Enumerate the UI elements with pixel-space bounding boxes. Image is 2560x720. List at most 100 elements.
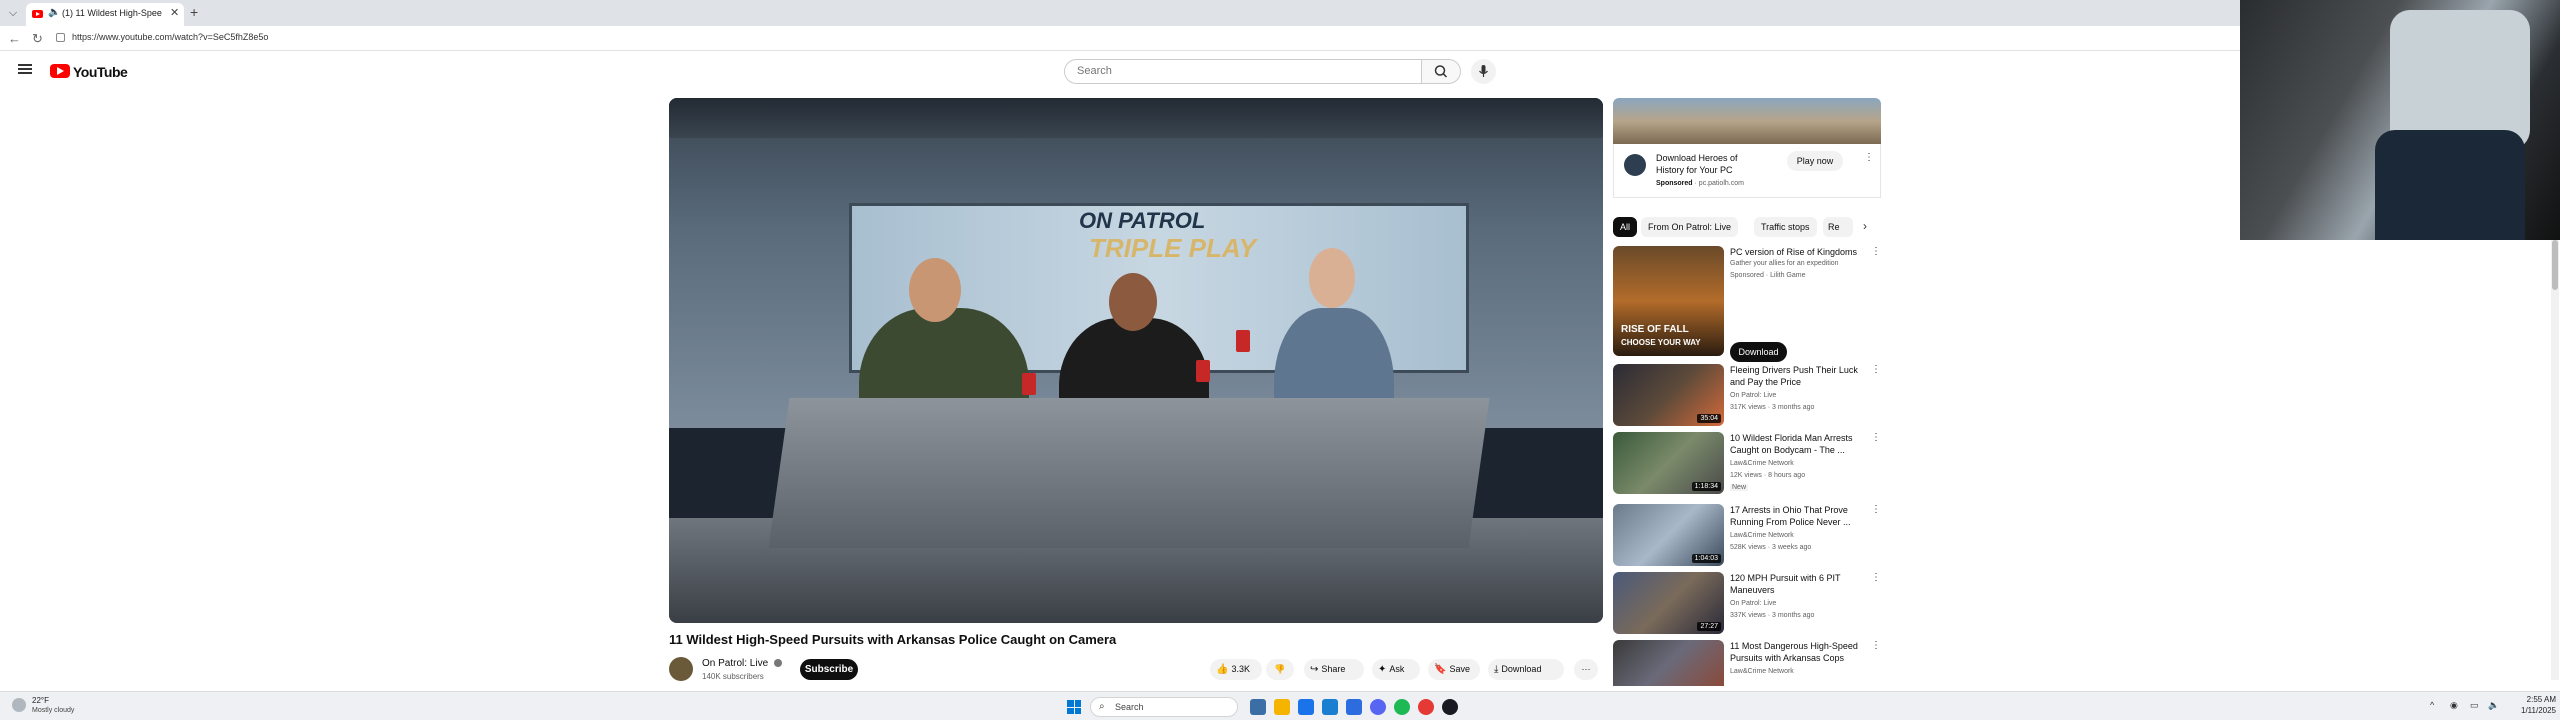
weather-cloud-icon[interactable] xyxy=(12,698,26,712)
speaker-icon[interactable]: 🔈 xyxy=(48,7,60,18)
ad-banner-image[interactable] xyxy=(1613,98,1881,144)
more-vertical-icon[interactable]: ⋮ xyxy=(1871,505,1881,515)
video-title[interactable]: PC version of Rise of Kingdoms xyxy=(1730,246,1865,258)
chrome-icon[interactable] xyxy=(1418,699,1434,715)
list-item[interactable]: 1:18:34 10 Wildest Florida Man Arrests C… xyxy=(1613,432,1883,498)
subscribe-button[interactable]: Subscribe xyxy=(800,659,858,680)
ask-button[interactable]: ✦ Ask xyxy=(1372,659,1420,680)
back-arrow-icon[interactable]: ← xyxy=(8,31,21,46)
chip-related[interactable]: Re xyxy=(1823,217,1853,237)
chevron-right-icon[interactable]: › xyxy=(1863,219,1867,233)
video-title[interactable]: Fleeing Drivers Push Their Luck and Pay … xyxy=(1730,364,1865,388)
dislike-button[interactable]: 👎 xyxy=(1266,659,1294,680)
video-player[interactable]: ON PATROL TRIPLE PLAY xyxy=(669,98,1603,623)
video-meta: 317K views · 3 months ago xyxy=(1730,404,1815,411)
ad-sponsored: Sponsored xyxy=(1656,180,1693,187)
more-vertical-icon[interactable]: ⋮ xyxy=(1864,153,1874,163)
studio-logo-line1: ON PATROL xyxy=(1079,208,1206,233)
list-item[interactable]: 27:27 120 MPH Pursuit with 6 PIT Maneuve… xyxy=(1613,572,1883,636)
chip-from-channel[interactable]: From On Patrol: Live xyxy=(1641,217,1739,237)
clock-date[interactable]: 1/11/2025 xyxy=(2510,706,2556,715)
microphone-icon xyxy=(1479,65,1488,77)
tab-list-chevron-icon[interactable]: ⌵ xyxy=(4,4,22,22)
task-view-icon[interactable] xyxy=(1250,699,1266,715)
reload-icon[interactable]: ↻ xyxy=(32,31,43,47)
search-button[interactable] xyxy=(1421,59,1461,84)
weather-temperature[interactable]: 22°F xyxy=(32,696,49,705)
ad-play-button[interactable]: Play now xyxy=(1787,151,1843,171)
windows-start-icon[interactable] xyxy=(1067,700,1081,714)
studio-desk xyxy=(768,398,1490,548)
chip-traffic-stops[interactable]: Traffic stops xyxy=(1754,217,1817,237)
menu-icon[interactable] xyxy=(18,64,32,74)
mail-icon[interactable] xyxy=(1346,699,1362,715)
spotify-icon[interactable] xyxy=(1394,699,1410,715)
like-button[interactable]: 👍 3.3K xyxy=(1210,659,1262,680)
volume-icon[interactable]: 🔈 xyxy=(2488,700,2499,711)
more-actions-button[interactable]: ··· xyxy=(1574,659,1598,680)
save-button[interactable]: 🔖 Save xyxy=(1428,659,1480,680)
channel-name[interactable]: On Patrol: Live xyxy=(702,658,768,669)
ad-card[interactable]: Download Heroes of History for Your PC S… xyxy=(1613,144,1881,198)
list-item[interactable]: 35:04 Fleeing Drivers Push Their Luck an… xyxy=(1613,364,1883,428)
taskbar-search[interactable]: ⌕ Search xyxy=(1090,697,1238,717)
video-title[interactable]: 120 MPH Pursuit with 6 PIT Maneuvers xyxy=(1730,572,1865,596)
more-vertical-icon[interactable]: ⋮ xyxy=(1871,641,1881,651)
video-title[interactable]: 17 Arrests in Ohio That Prove Running Fr… xyxy=(1730,504,1865,528)
search-input[interactable] xyxy=(1077,65,1407,77)
download-button[interactable]: ⤓ Download xyxy=(1488,659,1564,680)
studio-logo-line2: TRIPLE PLAY xyxy=(1089,233,1257,263)
more-vertical-icon[interactable]: ⋮ xyxy=(1871,573,1881,583)
download-button[interactable]: Download xyxy=(1730,342,1787,362)
search-box[interactable] xyxy=(1064,59,1422,84)
channel-name[interactable]: Law&Crime Network xyxy=(1730,532,1794,539)
channel-avatar[interactable] xyxy=(669,657,693,681)
store-icon[interactable] xyxy=(1322,699,1338,715)
channel-name[interactable]: On Patrol: Live xyxy=(1730,600,1776,607)
chip-all[interactable]: All xyxy=(1613,217,1638,237)
channel-name[interactable]: On Patrol: Live xyxy=(1730,392,1776,399)
share-button[interactable]: ↪ Share xyxy=(1304,659,1364,680)
tray-app-icon[interactable]: ◉ xyxy=(2450,700,2458,711)
youtube-logo-text[interactable]: YouTube xyxy=(73,64,128,80)
video-thumbnail[interactable]: 1:04:03 xyxy=(1613,504,1724,566)
page-scrollbar-thumb[interactable] xyxy=(2552,240,2558,290)
close-icon[interactable]: ✕ xyxy=(170,6,179,19)
video-title[interactable]: 10 Wildest Florida Man Arrests Caught on… xyxy=(1730,432,1865,456)
search-icon: ⌕ xyxy=(1099,701,1105,712)
video-thumbnail[interactable] xyxy=(1613,640,1724,686)
video-thumbnail[interactable]: 35:04 xyxy=(1613,364,1724,426)
video-meta: 528K views · 3 weeks ago xyxy=(1730,544,1812,551)
page-scrollbar[interactable] xyxy=(2551,240,2559,680)
video-thumbnail[interactable]: 1:18:34 xyxy=(1613,432,1724,494)
network-icon[interactable]: ▭ xyxy=(2470,700,2479,711)
tray-chevron-icon[interactable]: ^ xyxy=(2430,700,2434,710)
channel-name[interactable]: Law&Crime Network xyxy=(1730,668,1794,675)
ad-title[interactable]: Download Heroes of History for Your PC xyxy=(1656,152,1766,176)
video-thumbnail[interactable]: 27:27 xyxy=(1613,572,1724,634)
list-item[interactable]: 1:04:03 17 Arrests in Ohio That Prove Ru… xyxy=(1613,504,1883,568)
edge-browser-icon[interactable] xyxy=(1298,699,1314,715)
share-label: Share xyxy=(1321,664,1346,674)
browser-tab[interactable]: 🔈 (1) 11 Wildest High-Speed Pu ✕ xyxy=(26,3,184,26)
clock-time[interactable]: 2:55 AM xyxy=(2520,695,2556,704)
more-vertical-icon[interactable]: ⋮ xyxy=(1871,433,1881,443)
address-bar: ← ↻ https://www.youtube.com/watch?v=SeC5… xyxy=(0,26,2240,51)
channel-name[interactable]: Law&Crime Network xyxy=(1730,460,1794,467)
weather-condition[interactable]: Mostly cloudy xyxy=(32,707,74,714)
video-thumbnail[interactable]: RISE OF FALL CHOOSE YOUR WAY xyxy=(1613,246,1724,356)
video-title[interactable]: 11 Most Dangerous High-Speed Pursuits wi… xyxy=(1730,640,1865,664)
site-info-icon[interactable] xyxy=(56,33,65,42)
more-vertical-icon[interactable]: ⋮ xyxy=(1871,247,1881,257)
discord-icon[interactable] xyxy=(1370,699,1386,715)
new-tab-button[interactable]: + xyxy=(190,4,198,20)
url-text[interactable]: https://www.youtube.com/watch?v=SeC5fhZ8… xyxy=(72,32,268,42)
video-duration: 1:04:03 xyxy=(1691,554,1721,563)
file-explorer-icon[interactable] xyxy=(1274,699,1290,715)
youtube-logo-icon[interactable] xyxy=(50,64,70,78)
list-item[interactable]: RISE OF FALL CHOOSE YOUR WAY PC version … xyxy=(1613,246,1883,362)
voice-search-button[interactable] xyxy=(1471,59,1496,84)
list-item[interactable]: 11 Most Dangerous High-Speed Pursuits wi… xyxy=(1613,640,1883,686)
more-vertical-icon[interactable]: ⋮ xyxy=(1871,365,1881,375)
steam-icon[interactable] xyxy=(1442,699,1458,715)
